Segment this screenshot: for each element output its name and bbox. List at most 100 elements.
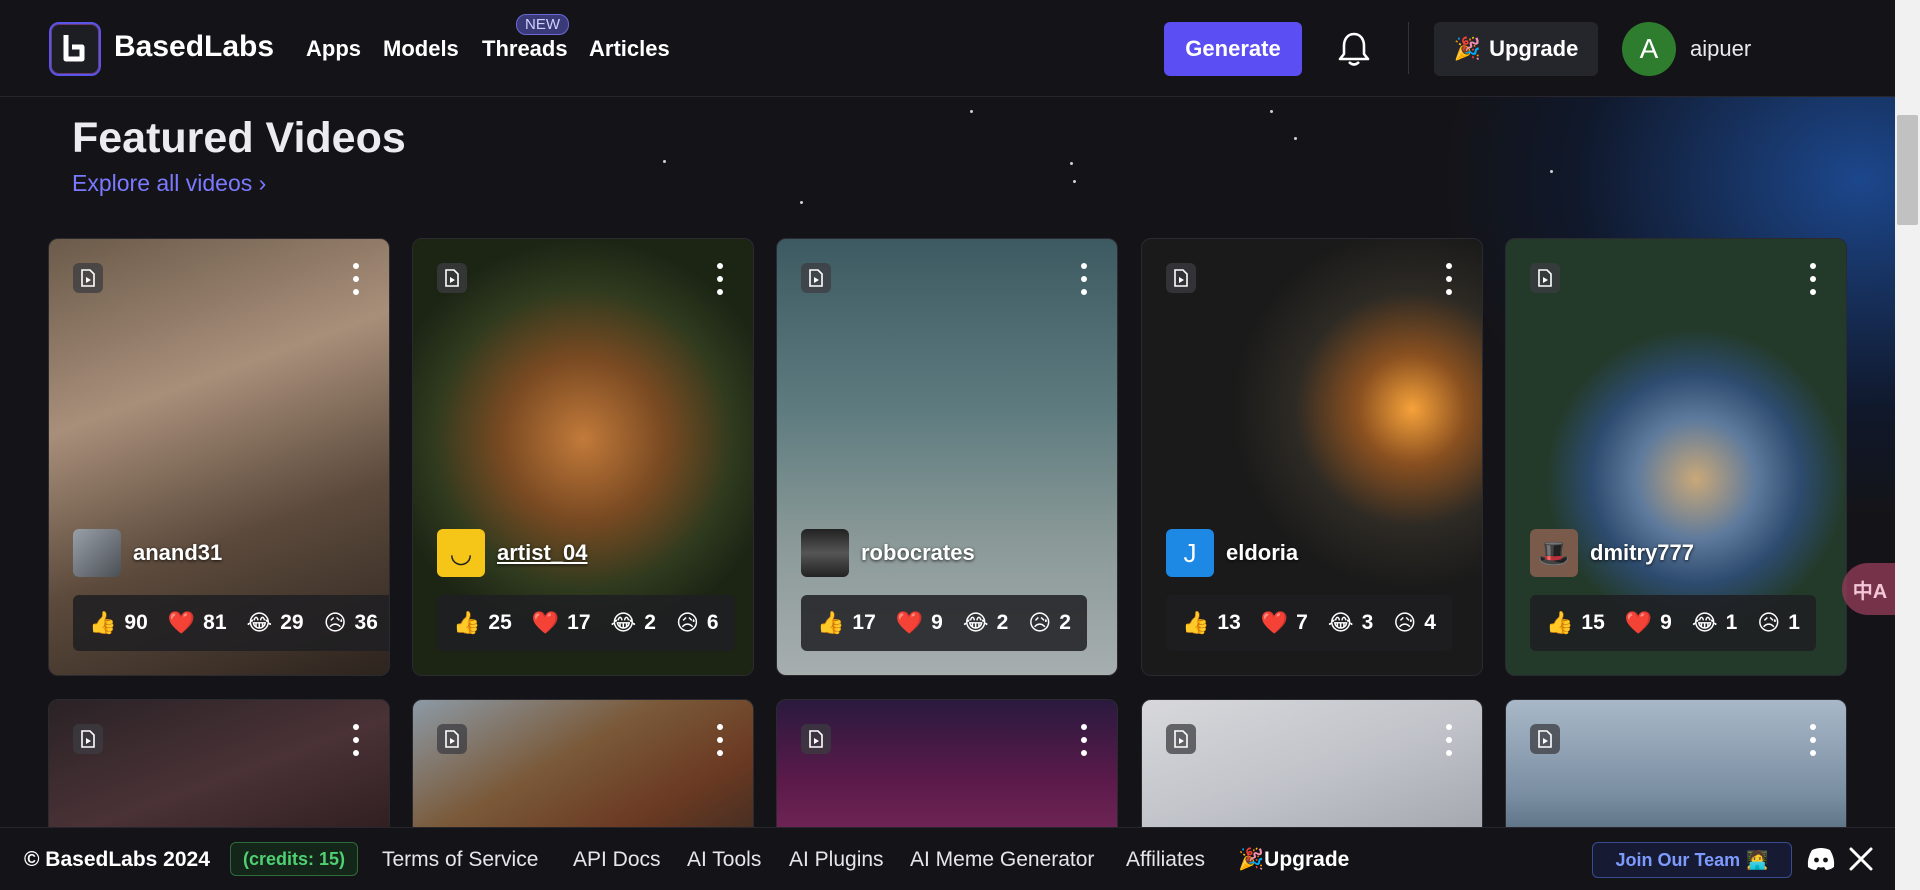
author-name[interactable]: eldoria [1226, 540, 1298, 566]
reaction-bar: 👍 13 ❤️ 7 😂 3 😥 4 [1166, 595, 1452, 651]
more-options-icon[interactable] [1808, 263, 1818, 295]
author-name[interactable]: robocrates [861, 540, 975, 566]
reaction-count: 9 [1660, 611, 1672, 634]
nav-articles[interactable]: Articles [589, 36, 670, 62]
nav-models[interactable]: Models [383, 36, 459, 62]
credits-badge: (credits: 15) [230, 842, 359, 876]
video-file-icon [73, 724, 103, 754]
reaction-sad[interactable]: 😥 4 [1393, 610, 1436, 636]
card-author[interactable]: ◡ artist_04 [437, 529, 588, 577]
brand-logo[interactable] [49, 22, 101, 76]
upgrade-button[interactable]: 🎉 Upgrade [1434, 22, 1598, 76]
reaction-heart[interactable]: ❤️ 9 [1625, 610, 1672, 636]
reaction-sad[interactable]: 😥 6 [676, 610, 719, 636]
video-card[interactable]: ◡ artist_04 👍 25 ❤️ 17 😂 2 😥 6 [412, 238, 754, 676]
reaction-like[interactable]: 👍 25 [453, 610, 512, 636]
laugh-icon: 😂 [610, 610, 637, 635]
reaction-sad[interactable]: 😥 1 [1757, 610, 1800, 636]
video-card[interactable]: anand31 👍 90 ❤️ 81 😂 29 😥 36 [48, 238, 390, 676]
video-file-icon [801, 263, 831, 293]
join-label: Join Our Team [1615, 849, 1741, 870]
star [1550, 170, 1553, 173]
join-our-team-button[interactable]: Join Our Team 🧑‍💻 [1592, 842, 1792, 878]
star [970, 110, 973, 113]
generate-button[interactable]: Generate [1164, 22, 1302, 76]
footer-upgrade-link[interactable]: 🎉Upgrade [1238, 848, 1349, 872]
video-card[interactable]: J eldoria 👍 13 ❤️ 7 😂 3 😥 4 [1141, 238, 1483, 676]
reaction-bar: 👍 25 ❤️ 17 😂 2 😥 6 [437, 595, 735, 651]
more-options-icon[interactable] [1079, 724, 1089, 756]
more-options-icon[interactable] [351, 724, 361, 756]
user-avatar[interactable]: A [1622, 22, 1676, 76]
thumbs-up-icon: 👍 [89, 610, 117, 635]
reaction-like[interactable]: 👍 90 [89, 610, 148, 636]
translate-widget-icon[interactable]: 中A [1842, 563, 1898, 615]
reaction-heart[interactable]: ❤️ 7 [1261, 610, 1308, 636]
thumbs-up-icon: 👍 [1546, 610, 1574, 635]
reaction-heart[interactable]: ❤️ 17 [532, 610, 591, 636]
page-title: Featured Videos [72, 114, 406, 162]
reaction-like[interactable]: 👍 13 [1182, 610, 1241, 636]
video-file-icon [1166, 263, 1196, 293]
header-divider [1408, 22, 1409, 74]
x-twitter-icon[interactable] [1848, 846, 1874, 872]
card-author[interactable]: anand31 [73, 529, 222, 577]
reaction-count: 17 [852, 611, 876, 634]
reaction-heart[interactable]: ❤️ 81 [168, 610, 227, 636]
more-options-icon[interactable] [715, 724, 725, 756]
footer-link-terms[interactable]: Terms of Service [382, 848, 538, 872]
scrollbar-thumb[interactable] [1897, 115, 1918, 225]
reaction-laugh[interactable]: 😂 2 [963, 610, 1008, 636]
card-author[interactable]: 🎩 dmitry777 [1530, 529, 1694, 577]
username[interactable]: aipuer [1690, 36, 1751, 62]
nav-apps[interactable]: Apps [306, 36, 361, 62]
video-card[interactable]: robocrates 👍 17 ❤️ 9 😂 2 😥 2 [776, 238, 1118, 676]
sad-icon: 😥 [1028, 610, 1052, 635]
reaction-bar: 👍 15 ❤️ 9 😂 1 😥 1 [1530, 595, 1816, 651]
footer-link-ai-plugins[interactable]: AI Plugins [789, 848, 884, 872]
bell-icon[interactable] [1336, 30, 1372, 68]
more-options-icon[interactable] [715, 263, 725, 295]
reaction-laugh[interactable]: 😂 1 [1692, 610, 1737, 636]
more-options-icon[interactable] [351, 263, 361, 295]
thumbs-up-icon: 👍 [453, 610, 481, 635]
video-card[interactable]: 🎩 dmitry777 👍 15 ❤️ 9 😂 1 😥 1 [1505, 238, 1847, 676]
reaction-sad[interactable]: 😥 36 [324, 610, 378, 636]
sad-icon: 😥 [1757, 610, 1781, 635]
reaction-laugh[interactable]: 😂 3 [1328, 610, 1373, 636]
heart-icon: ❤️ [531, 610, 560, 635]
discord-icon[interactable] [1806, 846, 1836, 872]
card-author[interactable]: J eldoria [1166, 529, 1298, 577]
author-name[interactable]: anand31 [133, 540, 222, 566]
reaction-count: 2 [1059, 611, 1071, 634]
footer-link-ai-tools[interactable]: AI Tools [687, 848, 761, 872]
brand-name[interactable]: BasedLabs [114, 30, 274, 64]
reaction-laugh[interactable]: 😂 2 [611, 610, 656, 636]
reaction-bar: 👍 17 ❤️ 9 😂 2 😥 2 [801, 595, 1087, 651]
footer-link-affiliates[interactable]: Affiliates [1126, 848, 1205, 872]
reaction-laugh[interactable]: 😂 29 [247, 610, 304, 636]
more-options-icon[interactable] [1808, 724, 1818, 756]
reaction-heart[interactable]: ❤️ 9 [896, 610, 943, 636]
author-name[interactable]: dmitry777 [1590, 540, 1694, 566]
reaction-sad[interactable]: 😥 2 [1028, 610, 1071, 636]
footer-link-meme-generator[interactable]: AI Meme Generator [910, 848, 1094, 872]
nav-threads[interactable]: Threads [482, 36, 568, 62]
reaction-like[interactable]: 👍 15 [1546, 610, 1605, 636]
top-navbar: BasedLabs Apps Models NEW Threads Articl… [0, 0, 1895, 97]
explore-label: Explore all videos [72, 170, 253, 196]
star [1070, 162, 1073, 165]
footer-link-api-docs[interactable]: API Docs [573, 848, 661, 872]
video-file-icon [1166, 724, 1196, 754]
more-options-icon[interactable] [1444, 263, 1454, 295]
chevron-right-icon: › [258, 170, 267, 196]
card-author[interactable]: robocrates [801, 529, 975, 577]
star [1073, 180, 1076, 183]
author-name[interactable]: artist_04 [497, 540, 588, 566]
laugh-icon: 😂 [1691, 610, 1718, 635]
reaction-count: 81 [203, 611, 227, 634]
more-options-icon[interactable] [1444, 724, 1454, 756]
more-options-icon[interactable] [1079, 263, 1089, 295]
reaction-like[interactable]: 👍 17 [817, 610, 876, 636]
explore-all-videos-link[interactable]: Explore all videos › [72, 170, 266, 197]
